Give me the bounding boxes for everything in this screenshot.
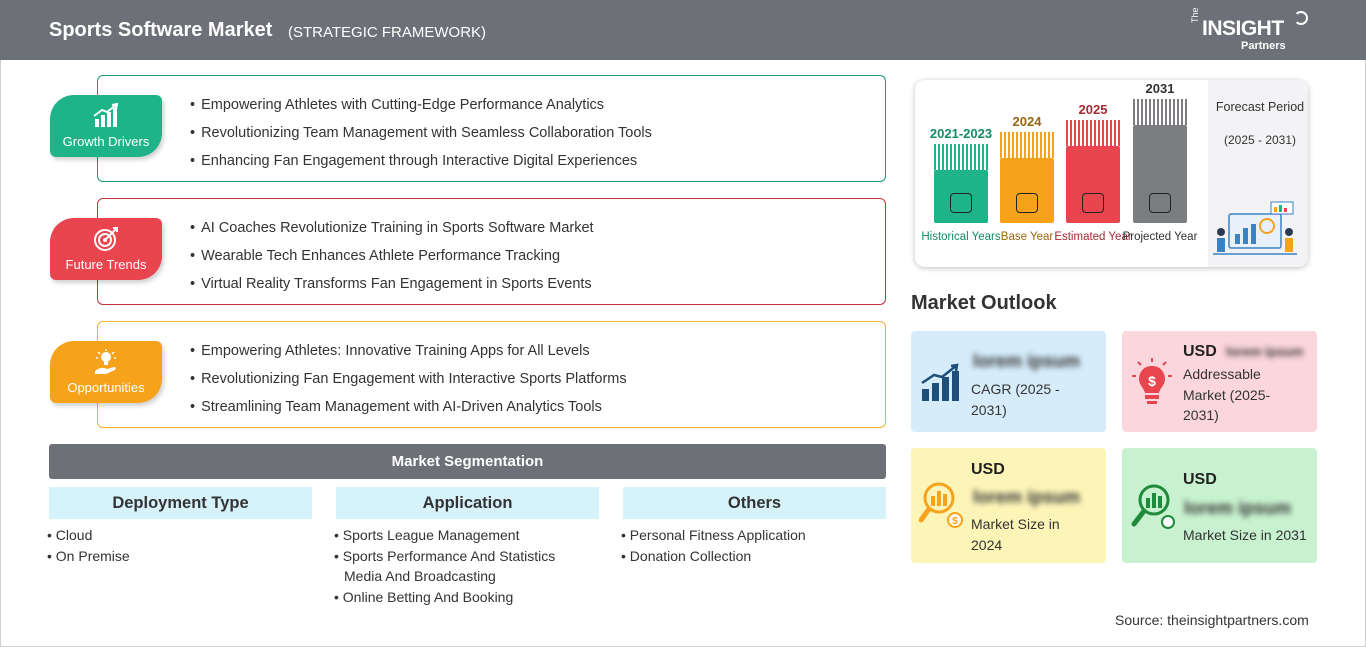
magnifier-chart-icon	[1131, 484, 1175, 529]
cagr-box: lorem ipsum CAGR (2025 - 2031)	[911, 331, 1106, 432]
page-subtitle: (STRATEGIC FRAMEWORK)	[288, 24, 487, 41]
timeline-year: 2021-2023	[929, 126, 993, 141]
deployment-type-heading: Deployment Type	[49, 487, 312, 519]
market-outlook-title: Market Outlook	[911, 292, 1057, 314]
insight-partners-logo: The INSIGHT Partners	[1190, 7, 1310, 53]
forecast-period-range: (2025 - 2031)	[1223, 133, 1297, 147]
list-item: Personal Fitness Application	[621, 525, 806, 546]
opportunities-badge: Opportunities	[50, 341, 162, 403]
bar-chart-up-icon	[93, 103, 119, 127]
growth-chart-icon	[921, 363, 959, 401]
logo-insight: INSIGHT	[1202, 17, 1284, 40]
future-trends-label: Future Trends	[65, 257, 147, 272]
source-text: Source: theinsightpartners.com	[1115, 612, 1309, 628]
list-item: Wearable Tech Enhances Athlete Performan…	[190, 246, 594, 274]
opportunities-card: Empowering Athletes: Innovative Training…	[97, 321, 886, 428]
growth-drivers-list: Empowering Athletes with Cutting-Edge Pe…	[190, 95, 652, 179]
logo-partners: Partners	[1241, 40, 1286, 52]
addressable-label: Addressable Market (2025-2031)	[1183, 366, 1271, 423]
svg-text:$: $	[1148, 373, 1156, 389]
timeline-year: 2024	[1012, 114, 1042, 129]
growth-drivers-card: Empowering Athletes with Cutting-Edge Pe…	[97, 75, 886, 182]
timeline-bar-stripes	[1133, 99, 1187, 125]
logo-arc-icon	[1294, 11, 1308, 25]
addressable-value: lorem ipsum	[1226, 344, 1304, 359]
timeline-panel: 2021-2023 Historical Years 2024 Base Year 20…	[915, 80, 1308, 267]
others-list: Personal Fitness Application Donation Co…	[621, 525, 806, 566]
future-trends-card: AI Coaches Revolutionize Training in Spo…	[97, 198, 886, 305]
page-title: Sports Software Market	[49, 19, 273, 41]
growth-drivers-label: Growth Drivers	[62, 134, 150, 149]
svg-text:$: $	[952, 516, 958, 527]
list-item: Sports Performance And Statistics	[334, 546, 555, 567]
list-item: Enhancing Fan Engagement through Interac…	[190, 151, 652, 179]
market-size-2031-box: USD lorem ipsum Market Size in 2031	[1122, 448, 1317, 563]
list-item: Revolutionizing Team Management with Sea…	[190, 123, 652, 151]
history-clock-icon	[950, 193, 972, 213]
analytics-team-illustration-icon	[1213, 201, 1297, 255]
market-size-2024-value: lorem ipsum	[973, 487, 1081, 507]
magnifier-coins-icon: $	[919, 482, 963, 528]
lightbulb-hand-icon	[95, 349, 116, 374]
presentation-board-icon	[1149, 193, 1171, 213]
application-heading: Application	[336, 487, 599, 519]
list-item: Empowering Athletes: Innovative Training…	[190, 341, 627, 369]
opportunities-list: Empowering Athletes: Innovative Training…	[190, 341, 627, 425]
timeline-bar-stripes	[1000, 132, 1054, 158]
logo-the: The	[1190, 7, 1200, 23]
list-item: Empowering Athletes with Cutting-Edge Pe…	[190, 95, 652, 123]
target-icon	[94, 227, 118, 251]
market-size-2031-label: Market Size in 2031	[1183, 527, 1307, 543]
list-item: Streamlining Team Management with AI-Dri…	[190, 397, 627, 425]
forecast-period-title: Forecast Period	[1215, 100, 1305, 114]
list-item: Online Betting And Booking	[334, 587, 555, 608]
application-list: Sports League Management Sports Performa…	[334, 525, 555, 607]
dollar-bulb-icon: $	[1132, 358, 1172, 404]
timeline-label: Projected Year	[1122, 231, 1198, 243]
list-item: Revolutionizing Fan Engagement with Inte…	[190, 369, 627, 397]
growth-drivers-badge: Growth Drivers	[50, 95, 162, 157]
deployment-type-list: Cloud On Premise	[47, 525, 130, 566]
market-size-2031-usd: USD	[1183, 471, 1217, 488]
calendar-icon	[1016, 193, 1038, 213]
list-item: Sports League Management	[334, 525, 555, 546]
list-item: AI Coaches Revolutionize Training in Spo…	[190, 218, 594, 246]
market-segmentation-title: Market Segmentation	[49, 444, 886, 479]
timeline-bar-stripes	[1066, 120, 1120, 146]
market-size-2031-value: lorem ipsum	[1184, 498, 1292, 518]
market-size-2024-usd: USD	[971, 461, 1005, 478]
timeline-bar	[1000, 158, 1054, 223]
timeline-year: 2025	[1078, 102, 1108, 117]
future-trends-list: AI Coaches Revolutionize Training in Spo…	[190, 218, 594, 302]
timeline-year: 2031	[1145, 81, 1175, 96]
list-item: Media And Broadcasting	[344, 568, 496, 584]
opportunities-label: Opportunities	[67, 380, 145, 395]
cagr-value: lorem ipsum	[973, 351, 1081, 371]
future-trends-badge: Future Trends	[50, 218, 162, 280]
list-item: On Premise	[47, 546, 130, 567]
others-heading: Others	[623, 487, 886, 519]
addressable-market-box: $ USD lorem ipsum Addressable Market (20…	[1122, 331, 1317, 432]
list-item: Cloud	[47, 525, 130, 546]
timeline-bar-stripes	[934, 144, 988, 170]
estimate-gears-icon	[1082, 193, 1104, 213]
cagr-label: CAGR (2025 - 2031)	[971, 381, 1060, 418]
addressable-usd: USD	[1183, 343, 1217, 360]
market-size-2024-label: Market Size in 2024	[971, 516, 1060, 553]
market-size-2024-box: $ USD lorem ipsum Market Size in 2024	[911, 448, 1106, 563]
list-item: Virtual Reality Transforms Fan Engagemen…	[190, 274, 594, 302]
header-bar: Sports Software Market (STRATEGIC FRAMEW…	[0, 0, 1366, 60]
list-item: Donation Collection	[621, 546, 806, 567]
